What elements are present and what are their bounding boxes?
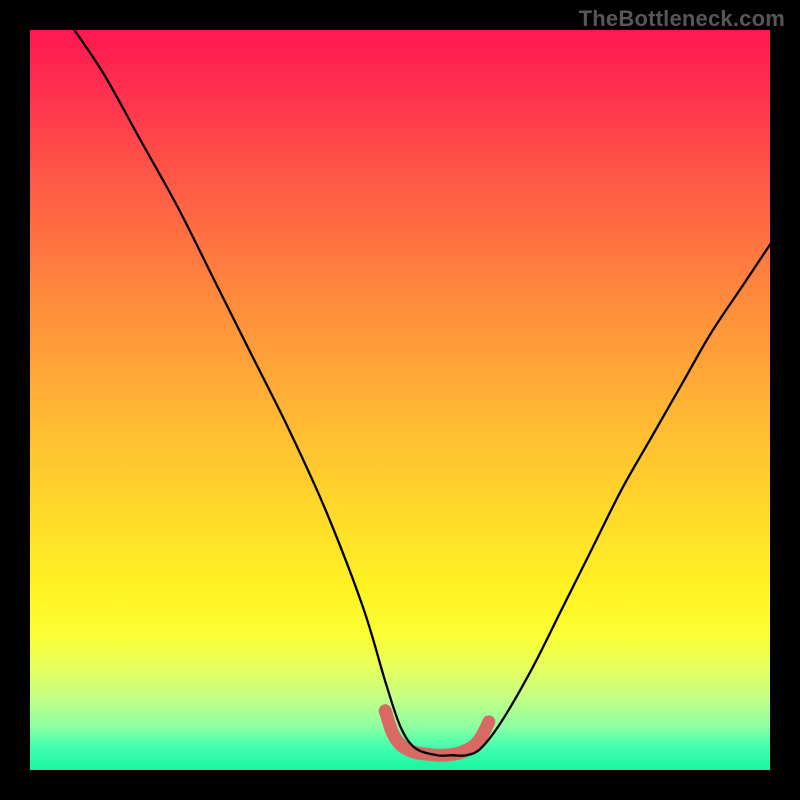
- chart-svg: [30, 30, 770, 770]
- plot-area: [30, 30, 770, 770]
- chart-frame: TheBottleneck.com: [0, 0, 800, 800]
- watermark-text: TheBottleneck.com: [579, 6, 785, 32]
- valley-marker-path: [385, 711, 489, 755]
- main-curve-path: [74, 30, 770, 756]
